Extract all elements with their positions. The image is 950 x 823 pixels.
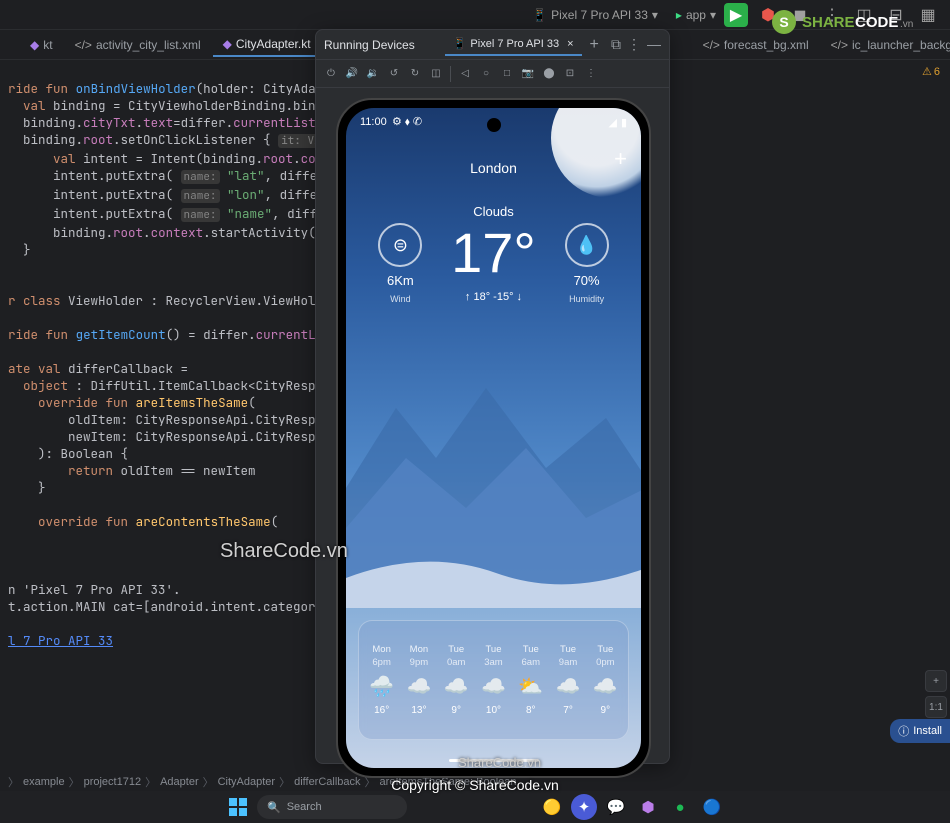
tab-kt[interactable]: ◆kt [20,34,63,56]
battery-icon: ▮ [621,116,627,129]
phone-icon: 📱 [532,8,547,22]
svg-text:CODE: CODE [855,14,898,31]
android-icon: ▸ [676,8,682,22]
forecast-panel[interactable]: Mon6pm🌧️16° Mon9pm☁️13° Tue0am☁️9° Tue3am☁️… [358,620,629,740]
signal-icon: ◢ [608,116,616,129]
layout-icon[interactable]: ◫ [427,65,445,83]
svg-text:.vn: .vn [900,19,913,30]
app-icon-2[interactable]: 🔵 [699,794,725,820]
more-icon[interactable]: ⋮ [582,65,600,83]
sharecode-logo: S SHARECODE.vn [770,8,920,41]
record-icon[interactable]: ⬤ [540,65,558,83]
run-button[interactable]: ▶ [724,3,748,27]
svg-text:S: S [779,14,788,30]
discord-icon[interactable]: 💬 [603,794,629,820]
run-config-selector[interactable]: ▸ app ▾ [676,8,716,22]
info-icon: ⓘ [898,723,909,739]
forecast-item: Tue0am☁️9° [444,644,469,716]
tab-city-adapter[interactable]: ◆CityAdapter.kt [213,33,321,57]
power-icon[interactable]: ⏻ [322,65,340,83]
camera-icon[interactable]: 📷 [519,65,537,83]
home-icon[interactable]: ○ [477,65,495,83]
running-devices-header: Running Devices 📱 Pixel 7 Pro API 33 × +… [316,30,669,60]
vs-icon[interactable]: ⬢ [635,794,661,820]
zoom-in-button[interactable]: + [925,670,947,692]
close-icon[interactable]: × [567,38,573,50]
forecast-item: Tue0pm☁️9° [593,644,618,716]
search-icon: 🔍 [267,801,281,814]
windows-taskbar: 🔍Search 🟡 ✦ 💬 ⬢ ● 🔵 [0,791,950,823]
phone-icon: 📱 [453,37,467,50]
popout-icon[interactable]: ⧉ [611,36,621,53]
chevron-down-icon: ▾ [652,8,658,22]
tab-activity-city-list[interactable]: </>activity_city_list.xml [65,34,211,56]
watermark-2: ShareCode.vn [458,755,541,770]
temperature-display: 17° ↑ 18° -15° ↓ [451,225,536,303]
temp-range: ↑ 18° -15° ↓ [451,291,536,303]
status-right: ◢ ▮ [608,116,627,129]
minimize-icon[interactable]: — [647,36,661,53]
volume-up-icon[interactable]: 🔊 [343,65,361,83]
chevron-down-icon: ▾ [710,8,716,22]
chrome-icon[interactable]: 🟡 [539,794,565,820]
weather-content: London Clouds ⊜ 6Km Wind 17° ↑ 18° -15° … [346,160,641,304]
status-icons-left: ⚙ ⬧ ✆ [392,115,422,129]
device-toolbar: ⏻ 🔊 🔉 ↺ ↻ ◫ ◁ ○ □ 📷 ⬤ ⊡ ⋮ [316,60,669,88]
add-tab-icon[interactable]: + [590,36,599,54]
zoom-fit-button[interactable]: 1:1 [925,696,947,718]
weather-condition: Clouds [346,204,641,219]
humidity-metric: 💧 70% Humidity [565,223,609,304]
forecast-item: Mon6pm🌧️16° [369,644,394,716]
forecast-item: Mon9pm☁️13° [406,644,431,716]
app-icon-1[interactable]: ✦ [571,794,597,820]
watermark-1: ShareCode.vn [220,540,348,563]
taskbar-search[interactable]: 🔍Search [257,795,407,819]
svg-text:SHARE: SHARE [802,14,855,31]
mountain-graphic [346,348,641,608]
city-name: London [346,160,641,176]
install-notification[interactable]: ⓘ Install [890,719,950,743]
status-time: 11:00 [360,116,387,128]
camera-notch [487,118,501,132]
copyright-text: Copyright © ShareCode.vn [0,777,950,793]
phone-emulator[interactable]: 11:00 ⚙ ⬧ ✆ ◢ ▮ + London Clouds ⊜ 6Km Wi… [336,98,651,778]
phone-screen[interactable]: 11:00 ⚙ ⬧ ✆ ◢ ▮ + London Clouds ⊜ 6Km Wi… [346,108,641,768]
running-devices-panel: Running Devices 📱 Pixel 7 Pro API 33 × +… [315,29,670,764]
more-icon[interactable]: ⋮ [627,36,641,53]
device-tab[interactable]: 📱 Pixel 7 Pro API 33 × [445,33,582,56]
wind-metric: ⊜ 6Km Wind [378,223,422,304]
overview-icon[interactable]: □ [498,65,516,83]
emulator-zoom-tools: + 1:1 [925,670,947,718]
volume-down-icon[interactable]: 🔉 [364,65,382,83]
forecast-item: Tue3am☁️10° [481,644,506,716]
rotate-left-icon[interactable]: ↺ [385,65,403,83]
wind-icon: ⊜ [378,223,422,267]
humidity-icon: 💧 [565,223,609,267]
start-button[interactable] [225,794,251,820]
forecast-item: Tue9am☁️7° [556,644,581,716]
back-icon[interactable]: ◁ [456,65,474,83]
rotate-right-icon[interactable]: ↻ [406,65,424,83]
device-label: Pixel 7 Pro API 33 [551,8,648,22]
running-devices-title: Running Devices [324,38,415,52]
spotify-icon[interactable]: ● [667,794,693,820]
snapshot-icon[interactable]: ⊡ [561,65,579,83]
device-selector[interactable]: 📱 Pixel 7 Pro API 33 ▾ [532,8,658,22]
run-config-label: app [686,8,706,22]
forecast-item: Tue6am⛅8° [518,644,543,716]
